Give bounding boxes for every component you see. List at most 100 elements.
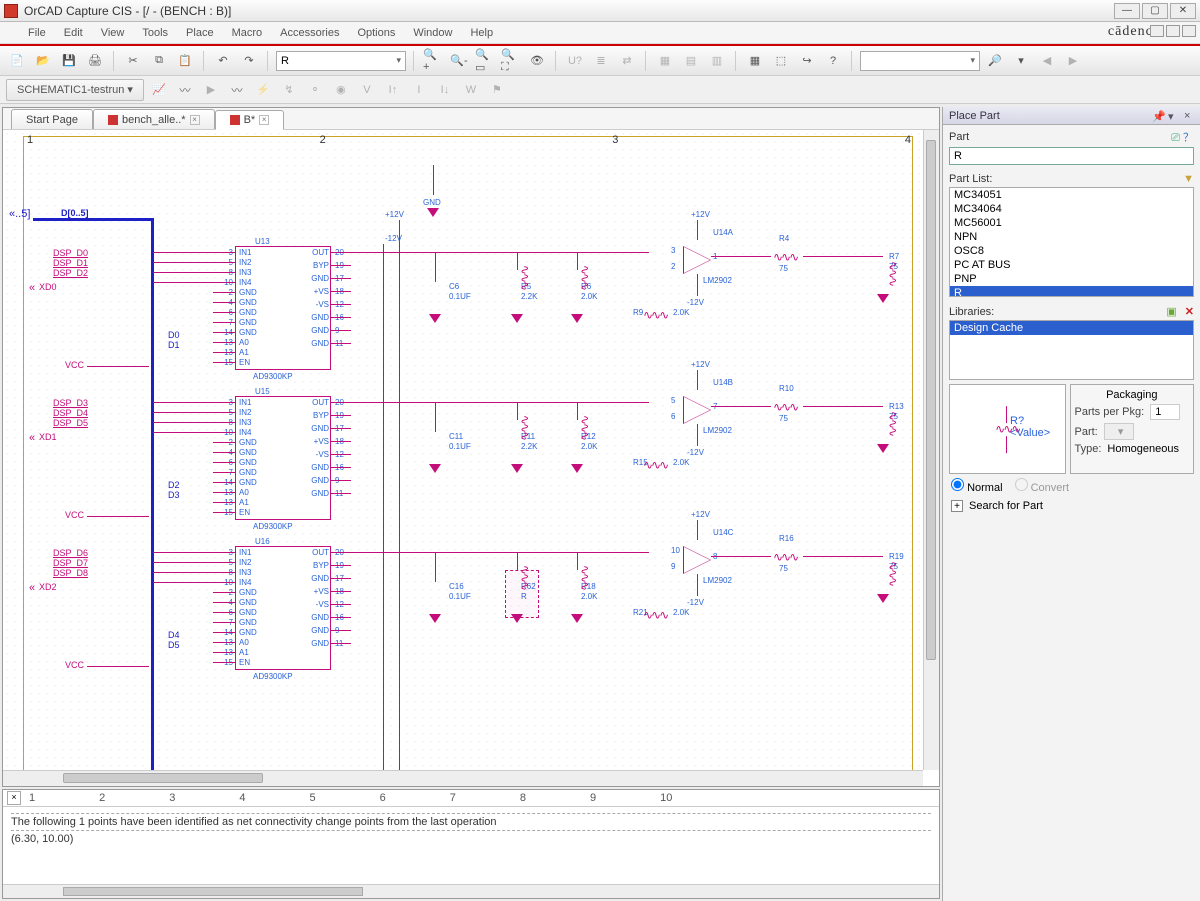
- find-dropdown[interactable]: ▾: [1010, 50, 1032, 72]
- sim-profile-button[interactable]: 📈: [148, 79, 170, 101]
- binoculars-icon[interactable]: 🔎: [984, 50, 1006, 72]
- log-close-icon[interactable]: ×: [7, 791, 21, 805]
- add-library-icon[interactable]: ▣: [1166, 305, 1176, 318]
- menu-file[interactable]: File: [20, 24, 54, 42]
- menu-view[interactable]: View: [93, 24, 133, 42]
- search-for-part[interactable]: + Search for Part: [943, 498, 1200, 518]
- find-next[interactable]: ▶: [1062, 50, 1084, 72]
- undo-button[interactable]: ↶: [212, 50, 234, 72]
- grid-snap-button[interactable]: ▦: [744, 50, 766, 72]
- drc-button[interactable]: U?: [564, 50, 586, 72]
- copy-button[interactable]: ⧉: [148, 50, 170, 72]
- flag-button[interactable]: ⚑: [486, 79, 508, 101]
- backannotate-button[interactable]: ⇄: [616, 50, 638, 72]
- part-list-item[interactable]: PC AT BUS: [950, 258, 1193, 272]
- w-marker-button[interactable]: W: [460, 79, 482, 101]
- part-help-icon[interactable]: ？: [1183, 132, 1194, 144]
- pin-icon[interactable]: 📌: [1152, 110, 1164, 122]
- tab-close[interactable]: ×: [259, 115, 269, 125]
- log-body[interactable]: The following 1 points have been identif…: [3, 807, 939, 884]
- menu-accessories[interactable]: Accessories: [272, 24, 347, 42]
- log-hscroll[interactable]: [3, 884, 939, 898]
- new-button[interactable]: 📄: [6, 50, 28, 72]
- part-list-item[interactable]: R: [950, 286, 1193, 297]
- filter-icon[interactable]: ▼: [1183, 173, 1194, 185]
- close-button[interactable]: ✕: [1170, 3, 1196, 19]
- scrollbar-thumb[interactable]: [63, 887, 363, 896]
- libraries-list[interactable]: Design Cache: [949, 320, 1194, 380]
- expand-icon[interactable]: +: [951, 500, 963, 512]
- print-button[interactable]: 🖨: [84, 50, 106, 72]
- part-list-item[interactable]: MC56001: [950, 216, 1193, 230]
- menu-edit[interactable]: Edit: [56, 24, 91, 42]
- mdi-close[interactable]: [1182, 25, 1196, 37]
- i-marker-button[interactable]: I↑: [382, 79, 404, 101]
- place-part-icon[interactable]: ⎚: [1171, 132, 1180, 144]
- bom-button[interactable]: ▤: [680, 50, 702, 72]
- part-list-item[interactable]: MC34051: [950, 188, 1193, 202]
- menu-window[interactable]: Window: [405, 24, 460, 42]
- part-input[interactable]: [949, 147, 1194, 165]
- panel-menu-icon[interactable]: ▾: [1168, 110, 1180, 122]
- sim-edit-button[interactable]: 〰: [174, 79, 196, 101]
- scrollbar-thumb[interactable]: [926, 140, 936, 660]
- paste-button[interactable]: 📋: [174, 50, 196, 72]
- tab-start-page[interactable]: Start Page: [11, 109, 93, 129]
- menu-tools[interactable]: Tools: [134, 24, 176, 42]
- help-button[interactable]: ?: [822, 50, 844, 72]
- part-list[interactable]: MC34051MC34064MC56001NPNOSC8PC AT BUSPNP…: [949, 187, 1194, 297]
- menu-place[interactable]: Place: [178, 24, 222, 42]
- tab-b[interactable]: B*×: [215, 110, 285, 130]
- zoom-area-button[interactable]: 🔍▭: [474, 50, 496, 72]
- probe-w-button[interactable]: ⚬: [304, 79, 326, 101]
- zoom-fit-button[interactable]: 🔍⛶: [500, 50, 522, 72]
- menu-options[interactable]: Options: [349, 24, 403, 42]
- tab-bench[interactable]: bench_alle..*×: [93, 109, 215, 129]
- schematic-canvas[interactable]: 1 2 3 4 GNDD[0..5]«..5]+12V-12VDSP_D0DSP…: [3, 130, 923, 770]
- i2-marker-button[interactable]: I: [408, 79, 430, 101]
- zoom-in-button[interactable]: 🔍+: [422, 50, 444, 72]
- radio-convert[interactable]: Convert: [1015, 478, 1070, 494]
- part-list-item[interactable]: PNP: [950, 272, 1193, 286]
- scrollbar-thumb[interactable]: [63, 773, 263, 783]
- v-marker-button[interactable]: V: [356, 79, 378, 101]
- drag-button[interactable]: ↪: [796, 50, 818, 72]
- menu-macro[interactable]: Macro: [224, 24, 271, 42]
- probe-i-button[interactable]: ↯: [278, 79, 300, 101]
- open-button[interactable]: 📂: [32, 50, 54, 72]
- minimize-button[interactable]: —: [1114, 3, 1140, 19]
- mdi-min[interactable]: [1150, 25, 1164, 37]
- radio-normal[interactable]: Normal: [951, 478, 1003, 494]
- save-button[interactable]: 💾: [58, 50, 80, 72]
- part-search-combo[interactable]: R: [276, 51, 406, 71]
- annotate-button[interactable]: ≣: [590, 50, 612, 72]
- menu-help[interactable]: Help: [462, 24, 501, 42]
- vertical-scrollbar[interactable]: [923, 130, 939, 770]
- netlist-button[interactable]: ▦: [654, 50, 676, 72]
- schematic-dropdown[interactable]: SCHEMATIC1-testrun ▾: [6, 79, 144, 101]
- maximize-button[interactable]: ▢: [1142, 3, 1168, 19]
- area-select-button[interactable]: ⬚: [770, 50, 792, 72]
- part-list-item[interactable]: NPN: [950, 230, 1193, 244]
- find-combo[interactable]: [860, 51, 980, 71]
- mdi-max[interactable]: [1166, 25, 1180, 37]
- crossref-button[interactable]: ▥: [706, 50, 728, 72]
- tab-close[interactable]: ×: [190, 115, 200, 125]
- sim-run-button[interactable]: ▶: [200, 79, 222, 101]
- probe-mark-button[interactable]: ◉: [330, 79, 352, 101]
- horizontal-scrollbar[interactable]: [3, 770, 923, 786]
- part-selector[interactable]: ▾: [1104, 423, 1134, 440]
- i3-marker-button[interactable]: I↓: [434, 79, 456, 101]
- part-list-item[interactable]: OSC8: [950, 244, 1193, 258]
- probe-v-button[interactable]: ⚡: [252, 79, 274, 101]
- visibility-button[interactable]: 👁: [526, 50, 548, 72]
- part-list-item[interactable]: MC34064: [950, 202, 1193, 216]
- remove-library-icon[interactable]: ✕: [1185, 305, 1194, 318]
- canvas-viewport[interactable]: 1 2 3 4 GNDD[0..5]«..5]+12V-12VDSP_D0DSP…: [3, 130, 939, 786]
- redo-button[interactable]: ↷: [238, 50, 260, 72]
- panel-close-icon[interactable]: ×: [1184, 110, 1196, 122]
- sim-view-button[interactable]: 〰: [226, 79, 248, 101]
- library-item[interactable]: Design Cache: [950, 321, 1193, 335]
- zoom-out-button[interactable]: 🔍-: [448, 50, 470, 72]
- find-prev[interactable]: ◀: [1036, 50, 1058, 72]
